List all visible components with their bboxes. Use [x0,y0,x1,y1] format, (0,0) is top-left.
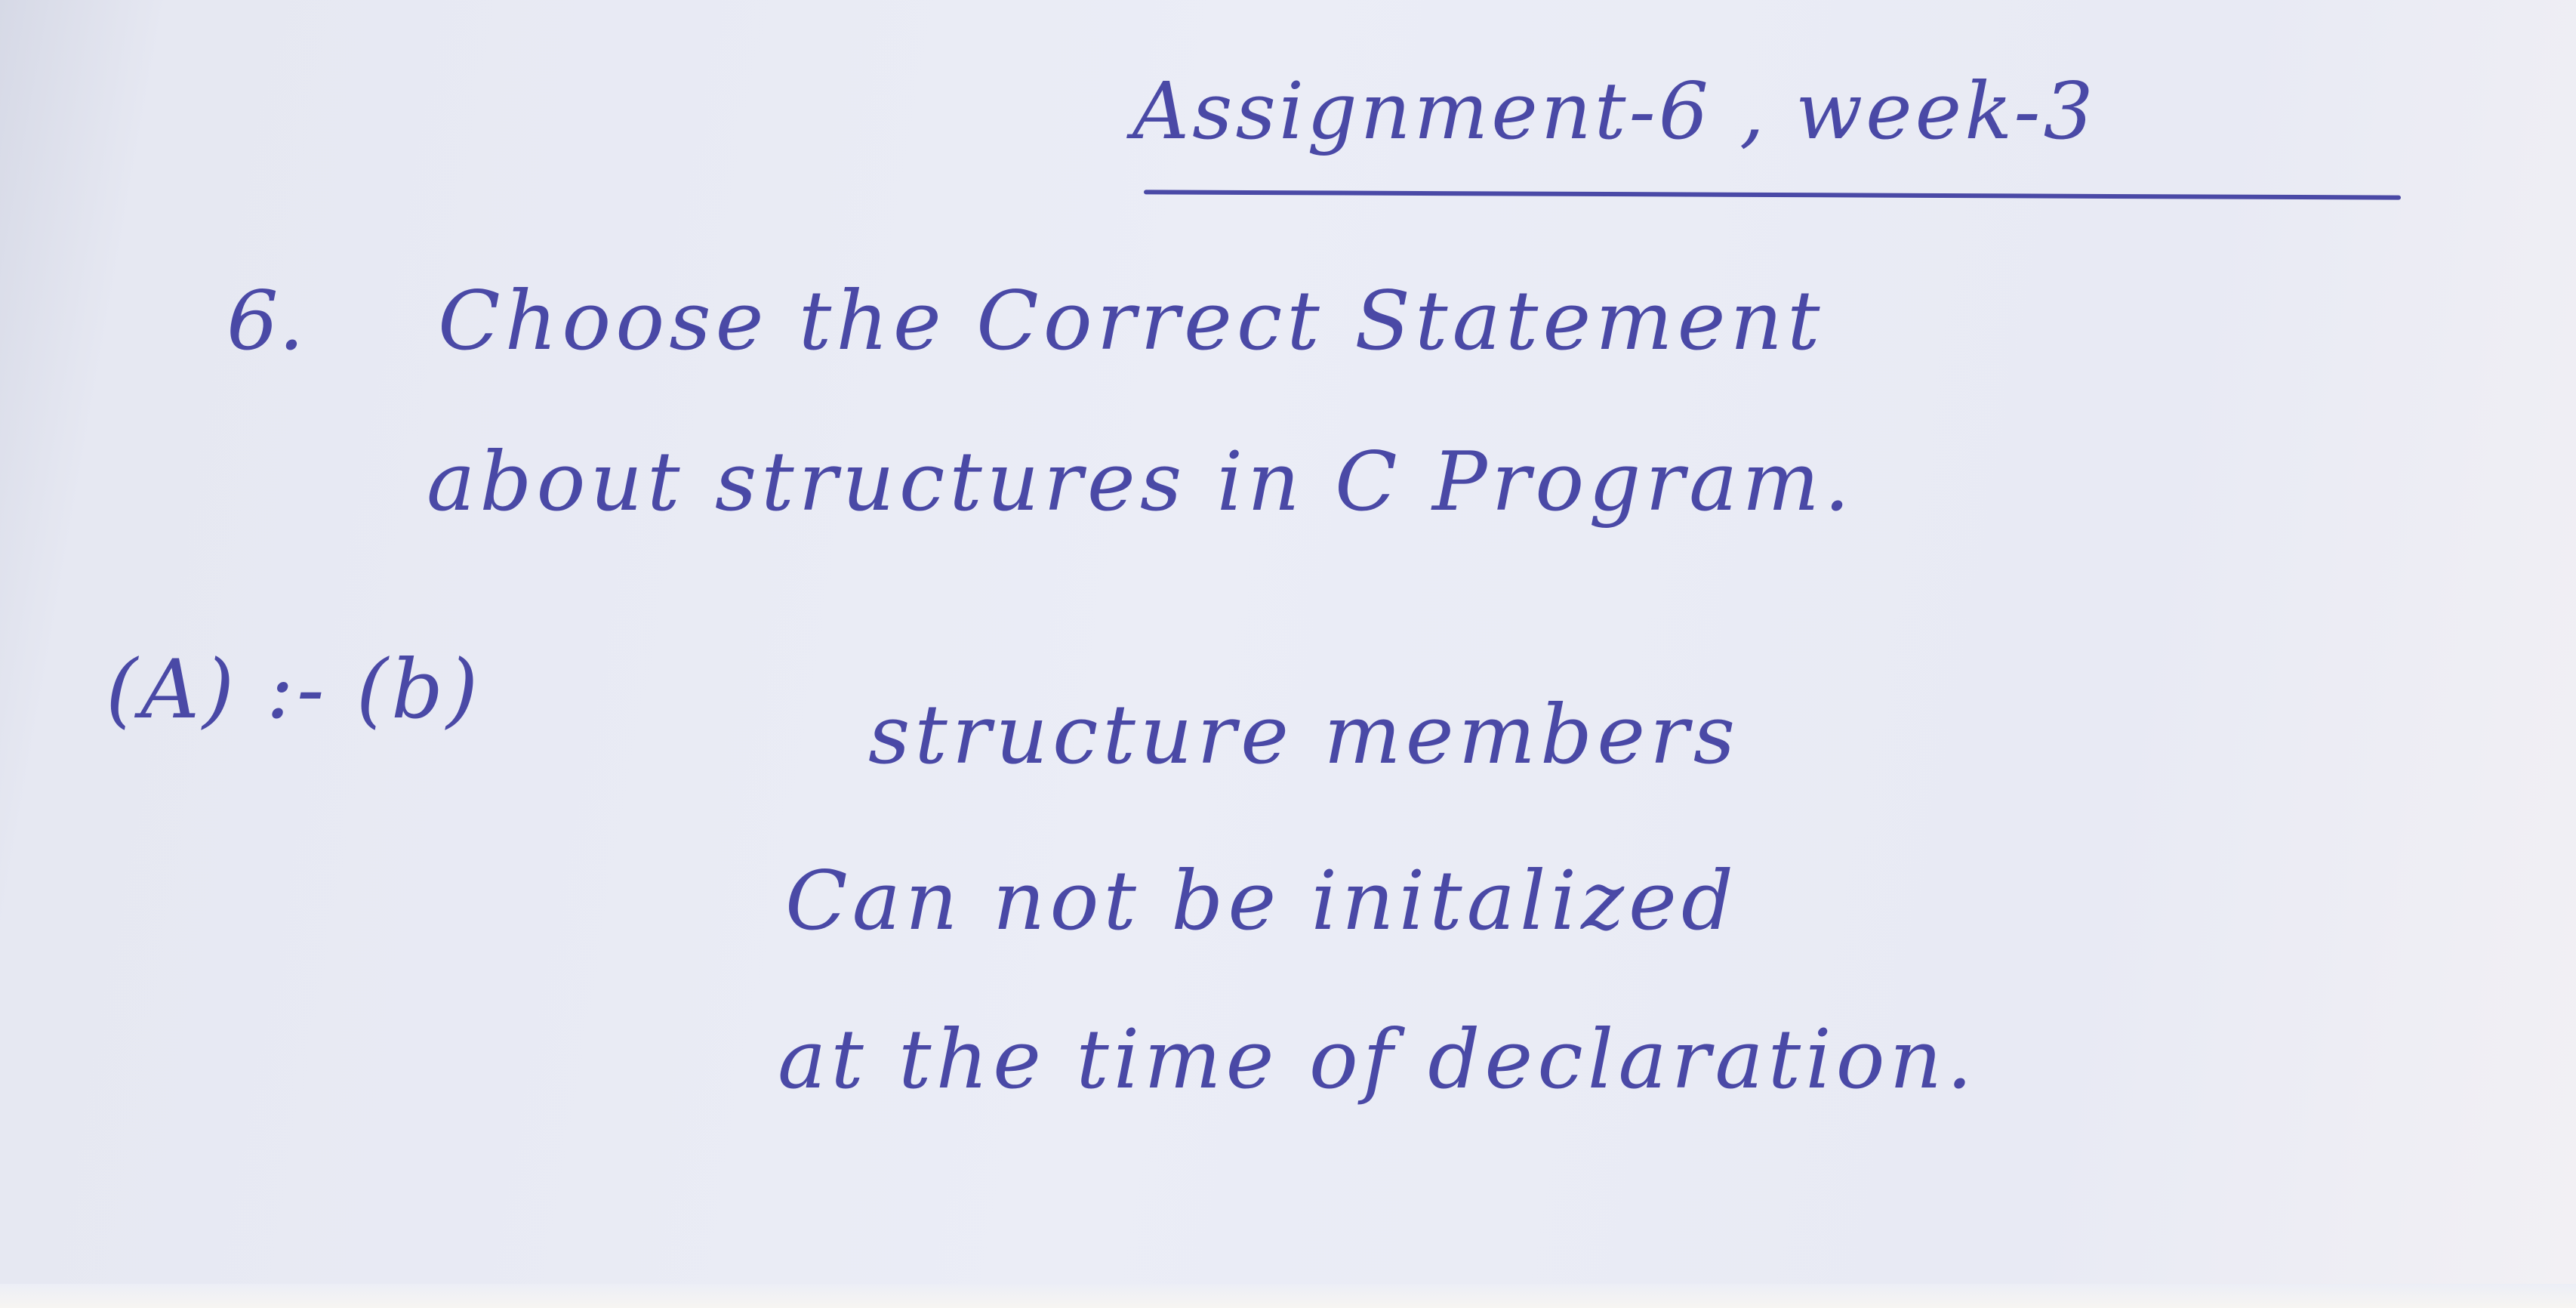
answer-label: (A) :- (b) [106,643,482,737]
assignment-title: Assignment-6 , week-3 [1132,65,2097,157]
notebook-page: Assignment-6 , week-3 6. Choose the Corr… [0,0,2576,1308]
question-text-line-2: about structures in C Program. [427,435,1855,529]
answer-text-line-3: at the time of declaration. [778,1013,1977,1107]
page-bottom-edge [0,1284,2576,1308]
answer-text-line-2: Can not be initalized [785,854,1739,949]
answer-text-line-1: structure members [868,688,1740,782]
question-text-line-1: Choose the Correct Statement [438,274,1825,369]
title-underline [1143,190,2402,200]
question-number: 6. [226,274,305,369]
